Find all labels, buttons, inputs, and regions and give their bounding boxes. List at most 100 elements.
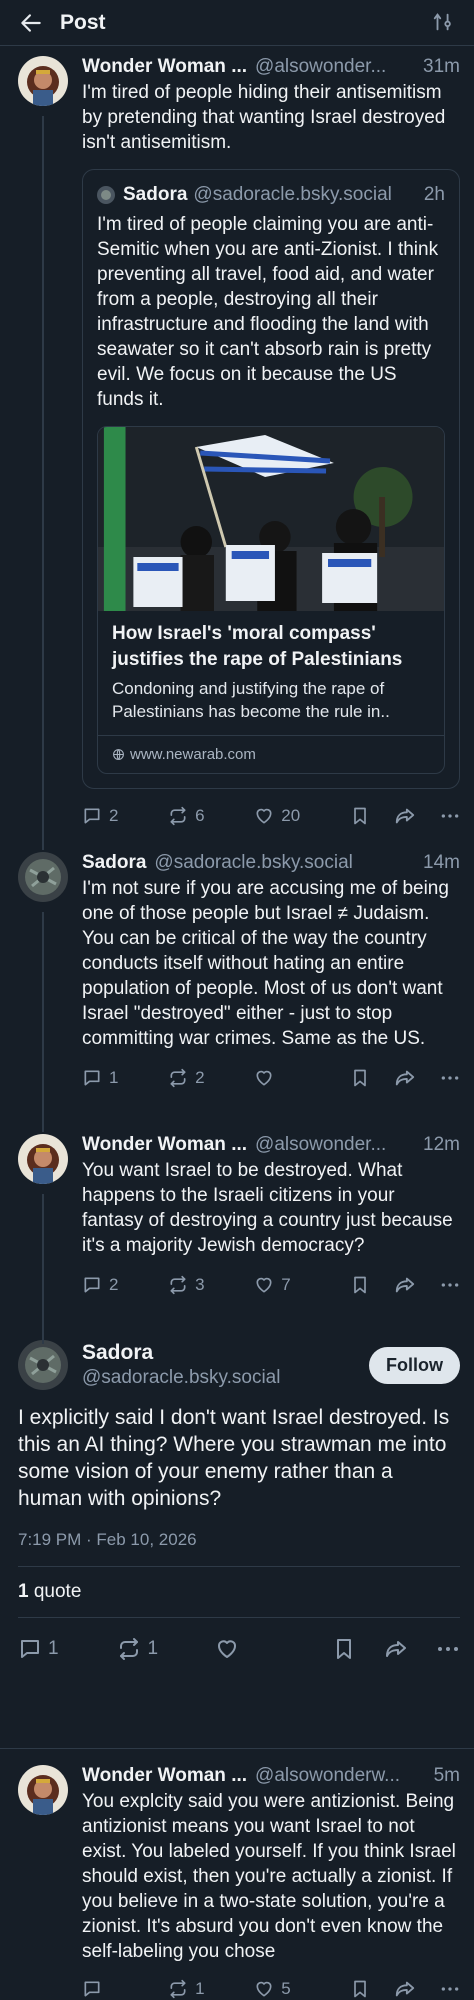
author-name[interactable]: Sadora xyxy=(82,1341,369,1365)
globe-icon xyxy=(113,749,124,760)
bookmark-icon[interactable] xyxy=(350,1068,370,1088)
author-handle[interactable]: @alsowonderw... xyxy=(255,1765,428,1787)
quoted-author-name: Sadora xyxy=(123,184,188,205)
repost-icon xyxy=(120,1638,139,1660)
arrow-left-icon xyxy=(21,13,41,32)
repost-icon xyxy=(170,1068,186,1088)
author-handle[interactable]: @alsowonder... xyxy=(255,1134,417,1156)
avatar-image-icon xyxy=(18,1340,68,1390)
quotes-count-link[interactable]: 1 quote xyxy=(18,1567,460,1618)
thread-options-button[interactable] xyxy=(432,11,456,35)
more-options-icon[interactable] xyxy=(436,1637,460,1661)
heart-icon xyxy=(217,1640,236,1658)
quoted-post-time: 2h xyxy=(423,184,445,205)
author-name[interactable]: Wonder Woman ... xyxy=(82,56,247,78)
reply-count: 2 xyxy=(109,1275,119,1294)
link-card-image xyxy=(98,427,444,611)
avatar[interactable] xyxy=(18,1134,68,1184)
reply-count: 1 xyxy=(109,1068,119,1087)
repost-icon xyxy=(170,1979,186,1999)
repost-button[interactable]: 6 xyxy=(168,806,254,826)
repost-count: 2 xyxy=(195,1068,205,1087)
link-card-title: How Israel's 'moral compass' justifies t… xyxy=(112,623,403,670)
share-icon[interactable] xyxy=(394,1978,416,2000)
like-button[interactable] xyxy=(254,1068,350,1088)
post-text: I'm tired of people hiding their antisem… xyxy=(82,82,446,153)
reply-icon xyxy=(84,1070,100,1086)
thread-post[interactable]: Wonder Woman ... @alsowonder... 12m You … xyxy=(0,1124,474,1344)
thread-post[interactable]: Sadora @sadoracle.bsky.social 14m I'm no… xyxy=(0,842,474,1130)
repost-button[interactable]: 3 xyxy=(168,1275,254,1295)
author-name[interactable]: Wonder Woman ... xyxy=(82,1134,247,1156)
like-button[interactable]: 20 xyxy=(254,806,350,826)
bookmark-icon[interactable] xyxy=(350,1979,370,1999)
quoted-author-handle: @sadoracle.bsky.social xyxy=(193,184,392,205)
quoted-avatar xyxy=(97,186,115,204)
quote-count: 1 xyxy=(18,1581,29,1602)
reply-button[interactable]: 2 xyxy=(82,1275,168,1295)
reply-count: 2 xyxy=(109,806,119,825)
avatar[interactable] xyxy=(18,1765,68,1815)
share-icon[interactable] xyxy=(394,1274,416,1296)
bookmark-icon[interactable] xyxy=(350,1275,370,1295)
more-options-icon[interactable] xyxy=(440,1979,460,1999)
more-options-icon[interactable] xyxy=(440,1068,460,1088)
post-time[interactable]: 31m xyxy=(423,56,460,78)
back-button[interactable] xyxy=(18,9,46,37)
share-icon[interactable] xyxy=(394,1067,416,1089)
more-options-icon[interactable] xyxy=(440,806,460,826)
link-card[interactable]: How Israel's 'moral compass' justifies t… xyxy=(97,426,445,774)
quoted-post-text: I'm tired of people claiming you are ant… xyxy=(97,214,439,410)
bookmark-icon[interactable] xyxy=(332,1637,356,1661)
repost-count: 1 xyxy=(147,1638,159,1659)
repost-button[interactable]: 2 xyxy=(168,1068,254,1088)
reply-button[interactable] xyxy=(82,1979,168,1999)
like-button[interactable]: 7 xyxy=(254,1275,350,1295)
repost-icon xyxy=(170,1275,186,1295)
heart-icon xyxy=(256,1070,272,1086)
repost-count: 6 xyxy=(195,806,205,825)
reply-count: 1 xyxy=(48,1638,59,1659)
thread-line xyxy=(42,842,44,850)
author-name[interactable]: Wonder Woman ... xyxy=(82,1765,247,1787)
bookmark-icon[interactable] xyxy=(350,806,370,826)
like-button[interactable] xyxy=(215,1637,332,1661)
repost-button[interactable]: 1 xyxy=(168,1979,254,1999)
reply-button[interactable]: 1 xyxy=(82,1068,168,1088)
reply-icon xyxy=(84,808,100,824)
share-icon[interactable] xyxy=(384,1637,408,1661)
more-options-icon[interactable] xyxy=(440,1275,460,1295)
like-count: 20 xyxy=(281,806,301,825)
author-name[interactable]: Sadora xyxy=(82,852,146,874)
reply-post[interactable]: Wonder Woman ... @alsowonderw... 5m You … xyxy=(0,1749,474,2000)
heart-icon xyxy=(256,1981,272,1997)
like-count: 5 xyxy=(281,1979,291,1998)
protest-photo-icon xyxy=(98,427,444,611)
reply-button[interactable]: 1 xyxy=(18,1637,117,1661)
post-time[interactable]: 14m xyxy=(423,852,460,874)
author-handle[interactable]: @sadoracle.bsky.social xyxy=(154,852,417,874)
repost-icon xyxy=(170,806,186,826)
author-handle[interactable]: @alsowonder... xyxy=(255,56,417,78)
avatar[interactable] xyxy=(18,852,68,902)
thread-post[interactable]: Wonder Woman ... @alsowonder... 31m I'm … xyxy=(0,46,474,848)
avatar-image-icon xyxy=(97,186,115,204)
link-card-domain: www.newarab.com xyxy=(130,746,256,763)
follow-button[interactable]: Follow xyxy=(369,1346,460,1384)
author-handle[interactable]: @sadoracle.bsky.social xyxy=(82,1367,369,1389)
quoted-post[interactable]: Sadora @sadoracle.bsky.social 2h I'm tir… xyxy=(82,169,460,789)
post-time[interactable]: 12m xyxy=(423,1134,460,1156)
post-timestamp[interactable]: 7:19 PM · Feb 10, 2026 xyxy=(18,1530,460,1567)
link-card-description: Condoning and justifying the rape of Pal… xyxy=(112,679,390,721)
share-icon[interactable] xyxy=(394,805,416,827)
repost-button[interactable]: 1 xyxy=(117,1637,215,1661)
like-button[interactable]: 5 xyxy=(254,1979,350,1999)
avatar[interactable] xyxy=(18,1340,68,1390)
thread-line xyxy=(42,1124,44,1132)
avatar-image-icon xyxy=(18,1765,68,1815)
reply-icon xyxy=(84,1277,100,1293)
avatar[interactable] xyxy=(18,56,68,106)
reply-button[interactable]: 2 xyxy=(82,806,168,826)
post-time[interactable]: 5m xyxy=(434,1765,460,1787)
reply-icon xyxy=(21,1640,39,1658)
